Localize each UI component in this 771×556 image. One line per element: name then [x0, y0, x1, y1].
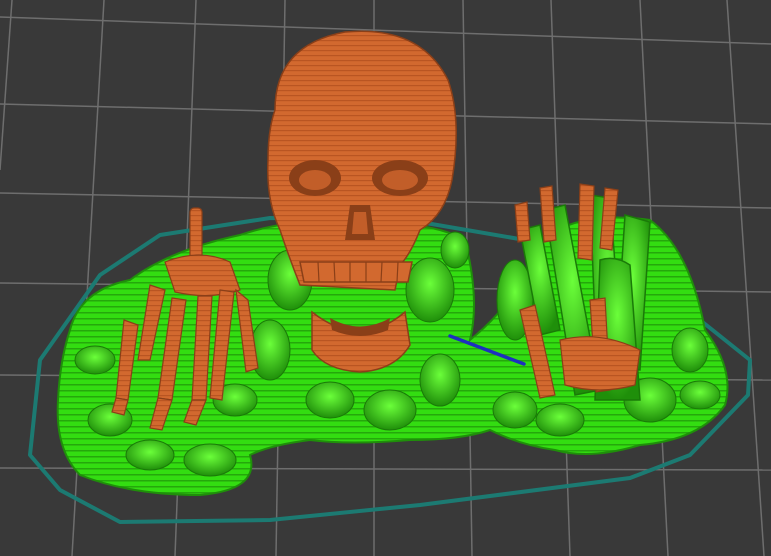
- 3d-preview-viewport[interactable]: [0, 0, 771, 556]
- preview-canvas[interactable]: [0, 0, 771, 556]
